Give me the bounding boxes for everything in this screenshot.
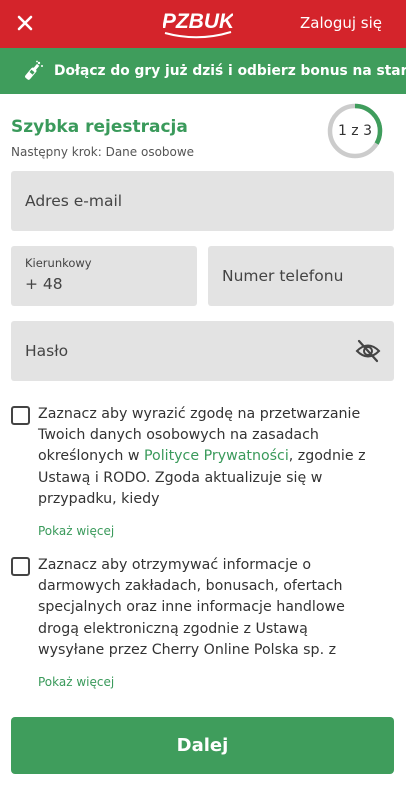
svg-text:PZBUK: PZBUK xyxy=(163,10,233,33)
show-more-link[interactable]: Pokaż więcej xyxy=(38,675,114,689)
phone-number-field[interactable]: Numer telefonu xyxy=(208,246,394,306)
close-icon xyxy=(17,15,33,31)
promo-banner[interactable]: Dołącz do gry już dziś i odbierz bonus n… xyxy=(0,48,406,94)
pzbuk-logo[interactable]: PZBUK xyxy=(163,6,233,40)
next-step-text: Następny krok: Dane osobowe xyxy=(11,145,195,159)
consent-privacy-checkbox[interactable] xyxy=(11,406,30,425)
consent-privacy-text: Zaznacz aby wyrazić zgodę na przetwarzan… xyxy=(38,406,366,507)
next-button[interactable]: Dalej xyxy=(11,717,394,774)
password-placeholder: Hasło xyxy=(25,342,69,360)
consent-marketing-text: Zaznacz aby otrzymywać informacje o darm… xyxy=(38,557,345,658)
eye-off-icon[interactable] xyxy=(355,339,381,363)
champagne-icon xyxy=(25,60,43,80)
close-button[interactable] xyxy=(12,10,38,36)
show-more-link[interactable]: Pokaż więcej xyxy=(38,524,114,538)
step-counter: 1 z 3 xyxy=(337,123,373,139)
email-field[interactable]: Adres e-mail xyxy=(11,171,394,231)
phone-prefix-label: Kierunkowy xyxy=(25,256,92,270)
consent-marketing-checkbox[interactable] xyxy=(11,557,30,576)
phone-prefix-value: + 48 xyxy=(25,275,63,293)
promo-text: Dołącz do gry już dziś i odbierz bonus n… xyxy=(54,63,406,79)
privacy-policy-link[interactable]: Polityce Prywatności xyxy=(144,448,289,464)
login-link[interactable]: Zaloguj się xyxy=(300,14,382,32)
phone-number-placeholder: Numer telefonu xyxy=(222,267,344,285)
email-placeholder: Adres e-mail xyxy=(25,192,123,210)
phone-prefix-field[interactable]: Kierunkowy + 48 xyxy=(11,246,197,306)
consent-privacy: Zaznacz aby wyrazić zgodę na przetwarzan… xyxy=(11,404,395,544)
consent-marketing: Zaznacz aby otrzymywać informacje o darm… xyxy=(11,555,395,695)
top-bar: PZBUK Zaloguj się xyxy=(0,0,406,48)
password-field[interactable]: Hasło xyxy=(11,321,394,381)
page-title: Szybka rejestracja xyxy=(11,117,188,137)
